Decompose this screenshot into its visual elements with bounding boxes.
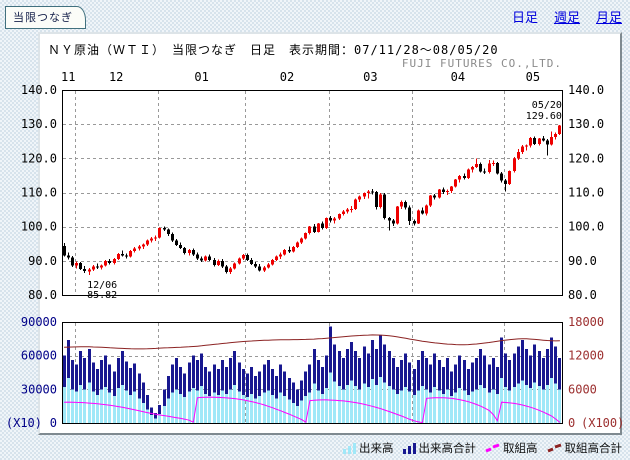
svg-text:(X10): (X10): [6, 416, 42, 430]
legend-label: 取組高: [503, 440, 538, 456]
daily-link[interactable]: 日足: [512, 7, 538, 26]
volume-total-bars-icon: [403, 443, 416, 454]
legend-label: 取組高合計: [565, 440, 623, 456]
brand-text: FUJI FUTURES CO.,LTD.: [402, 57, 562, 70]
monthly-link[interactable]: 月足: [596, 7, 622, 26]
legend-item-open-interest: 取組高: [485, 440, 538, 456]
legend-label: 出来高合計: [419, 440, 477, 456]
volume-bars-icon: [343, 443, 356, 454]
open-interest-line-icon: [485, 443, 500, 453]
weekly-link[interactable]: 週足: [554, 7, 580, 26]
period-link-bar: 日足 週足 月足: [512, 7, 622, 26]
chart-title: ＮＹ原油（ＷＴＩ） 当限つなぎ 日足 表示期間：07/11/28～08/05/2…: [48, 41, 499, 58]
legend-label: 出来高: [359, 440, 394, 456]
legend-item-volume: 出来高: [343, 440, 394, 456]
open-interest-total-line-icon: [547, 443, 562, 453]
page: { "tab": { "label": "当限つなぎ" }, "period_l…: [0, 0, 630, 460]
legend-item-volume-total: 出来高合計: [403, 440, 477, 456]
tab-current-contract[interactable]: 当限つなぎ: [5, 6, 86, 29]
chart-legend: 出来高 出来高合計 取組高 取組高合計: [38, 440, 622, 456]
chart-panel: ＮＹ原油（ＷＴＩ） 当限つなぎ 日足 表示期間：07/11/28～08/05/2…: [38, 32, 622, 435]
legend-item-open-interest-total: 取組高合計: [547, 440, 623, 456]
